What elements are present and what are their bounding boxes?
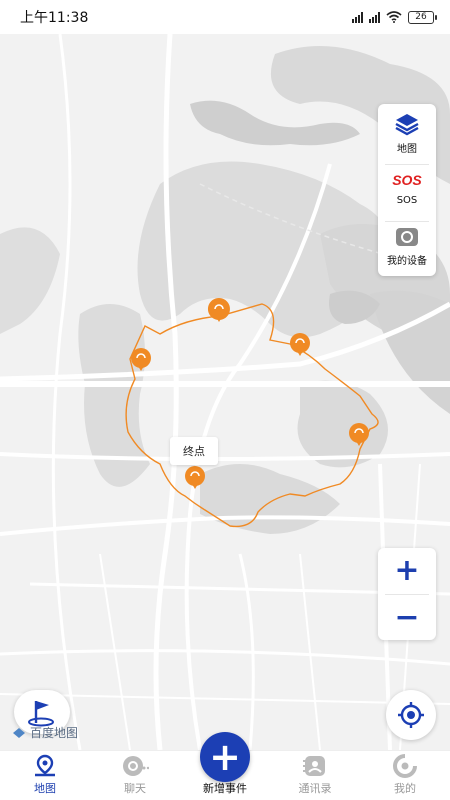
nav-profile-label: 我的	[394, 782, 416, 795]
zoom-out-button[interactable]: −	[378, 594, 436, 640]
flag-icon	[28, 701, 54, 727]
map-tools-panel: 地图 SOS SOS 我的设备	[378, 104, 436, 276]
nav-chat-label: 聊天	[124, 782, 146, 795]
nav-profile[interactable]: 我的	[360, 754, 450, 796]
divider	[385, 164, 429, 165]
nav-contacts-label: 通讯录	[298, 782, 332, 795]
signal-icon	[369, 11, 380, 23]
sos-label: SOS	[396, 195, 418, 206]
map-provider-text: 百度地图	[30, 726, 79, 740]
baidu-map-logo-icon	[13, 727, 25, 738]
map-pin-icon	[35, 754, 55, 777]
sos-button[interactable]: SOS SOS	[378, 167, 436, 219]
divider	[385, 221, 429, 222]
svg-text:SOS: SOS	[392, 172, 422, 188]
map-layers-label: 地图	[397, 144, 417, 155]
battery-level: 26	[415, 12, 427, 22]
chat-icon	[123, 756, 149, 776]
contacts-icon	[303, 756, 325, 776]
device-icon	[396, 228, 418, 246]
status-bar: 上午11:38 26	[0, 0, 450, 34]
nav-map-label: 地图	[34, 782, 56, 795]
locate-icon	[398, 702, 424, 728]
app-root: 上午11:38 26 终点 地图 SOS SOS 我的设备 + − 百度地图 地…	[0, 0, 450, 800]
my-device-label: 我的设备	[387, 256, 427, 267]
map-layers-button[interactable]: 地图	[378, 110, 436, 162]
sos-icon: SOS	[392, 172, 422, 188]
nav-contacts[interactable]: 通讯录	[270, 754, 360, 796]
my-device-button[interactable]: 我的设备	[378, 224, 436, 276]
layers-icon	[395, 114, 419, 136]
status-icons: 26	[352, 10, 437, 24]
status-time: 上午11:38	[20, 10, 89, 26]
profile-icon	[393, 754, 417, 778]
map-provider-logo: 百度地图	[12, 724, 78, 741]
zoom-controls: + −	[378, 548, 436, 640]
end-point-label: 终点	[170, 437, 218, 465]
add-event-button[interactable]: +	[200, 732, 250, 782]
nav-chat[interactable]: 聊天	[90, 754, 180, 796]
wifi-icon	[386, 11, 402, 23]
signal-icon	[352, 11, 363, 23]
battery-icon: 26	[408, 10, 437, 24]
my-location-button[interactable]	[386, 690, 436, 740]
nav-map[interactable]: 地图	[0, 754, 90, 796]
zoom-in-button[interactable]: +	[378, 548, 436, 594]
nav-add-event-label: 新增事件	[203, 782, 247, 795]
